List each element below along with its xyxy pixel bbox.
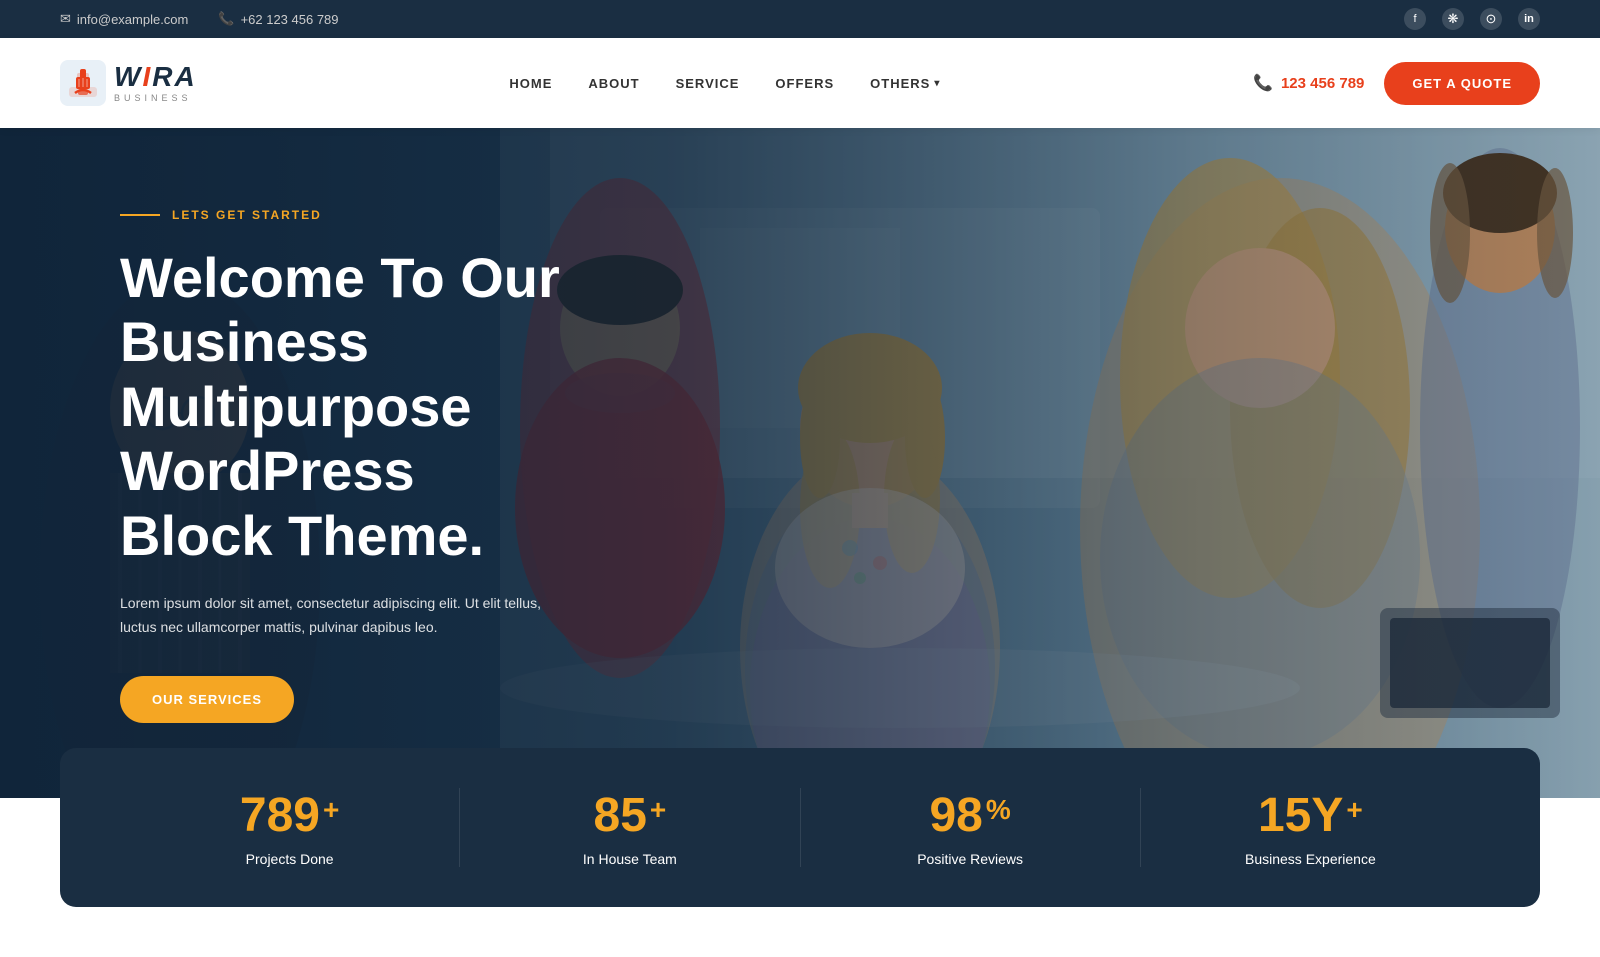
stat-team-number: 85 + — [460, 788, 799, 843]
stat-reviews-label: Positive Reviews — [801, 851, 1140, 867]
hero-content: LETS GET STARTED Welcome To Our Business… — [0, 128, 700, 798]
nav-home[interactable]: HOME — [509, 76, 552, 91]
stat-reviews-value: 98 — [929, 788, 982, 843]
hero-title-line1: Welcome To Our Business — [120, 246, 560, 373]
get-quote-button[interactable]: GET A QUOTE — [1384, 62, 1540, 105]
stats-bar: 789 + Projects Done 85 + In House Team 9… — [60, 748, 1540, 907]
stat-reviews: 98 % Positive Reviews — [800, 788, 1140, 867]
email-text: info@example.com — [77, 12, 188, 27]
stat-experience: 15Y + Business Experience — [1140, 788, 1480, 867]
phone-icon: 📞 — [218, 11, 234, 27]
top-bar-contact: ✉ info@example.com 📞 +62 123 456 789 — [60, 11, 339, 27]
stat-team-label: In House Team — [460, 851, 799, 867]
stat-reviews-suffix: % — [986, 794, 1011, 826]
stat-experience-number: 15Y + — [1141, 788, 1480, 843]
phone-text: +62 123 456 789 — [241, 12, 339, 27]
hero-title-line2: Multipurpose WordPress — [120, 375, 472, 502]
logo-name: WIRA — [114, 63, 197, 91]
phone-contact: 📞 +62 123 456 789 — [218, 11, 338, 27]
stat-team: 85 + In House Team — [459, 788, 799, 867]
logo-icon — [60, 60, 106, 106]
stat-experience-label: Business Experience — [1141, 851, 1480, 867]
nav-service[interactable]: SERVICE — [676, 76, 740, 91]
hero-title-line3: Block Theme. — [120, 504, 484, 567]
top-bar: ✉ info@example.com 📞 +62 123 456 789 f ❋… — [0, 0, 1600, 38]
nav-about[interactable]: ABOUT — [588, 76, 639, 91]
facebook-icon[interactable]: f — [1404, 8, 1426, 30]
phone-red-icon: 📞 — [1253, 73, 1273, 93]
hero-title: Welcome To Our Business Multipurpose Wor… — [120, 246, 580, 568]
stat-projects-number: 789 + — [120, 788, 459, 843]
nav-offers[interactable]: OFFERS — [775, 76, 834, 91]
social-links: f ❋ ⊙ in — [1404, 8, 1540, 30]
stat-experience-suffix: + — [1346, 794, 1362, 826]
stat-projects-suffix: + — [323, 794, 339, 826]
others-label: OTHERS — [870, 76, 930, 91]
hero-section: LETS GET STARTED Welcome To Our Business… — [0, 128, 1600, 798]
stat-projects-value: 789 — [240, 788, 320, 843]
logo[interactable]: WIRA BUSINESS — [60, 60, 197, 106]
dribbble-icon[interactable]: ❋ — [1442, 8, 1464, 30]
stat-team-value: 85 — [594, 788, 647, 843]
nav-phone-number: 123 456 789 — [1281, 75, 1364, 92]
logo-text: WIRA BUSINESS — [114, 63, 197, 103]
nav-links: HOME ABOUT SERVICE OFFERS OTHERS ▾ — [509, 76, 940, 91]
nav-others[interactable]: OTHERS ▾ — [870, 76, 940, 91]
instagram-icon[interactable]: ⊙ — [1480, 8, 1502, 30]
stat-reviews-number: 98 % — [801, 788, 1140, 843]
navbar: WIRA BUSINESS HOME ABOUT SERVICE OFFERS … — [0, 38, 1600, 128]
email-icon: ✉ — [60, 11, 71, 27]
stat-team-suffix: + — [650, 794, 666, 826]
nav-right: 📞 123 456 789 GET A QUOTE — [1253, 62, 1540, 105]
stat-projects: 789 + Projects Done — [120, 788, 459, 867]
our-services-button[interactable]: OUR SERVICES — [120, 676, 294, 723]
hero-subtitle: LETS GET STARTED — [120, 208, 580, 222]
stat-experience-value: 15Y — [1258, 788, 1343, 843]
nav-phone[interactable]: 📞 123 456 789 — [1253, 73, 1364, 93]
stat-projects-label: Projects Done — [120, 851, 459, 867]
email-contact: ✉ info@example.com — [60, 11, 188, 27]
chevron-down-icon: ▾ — [934, 78, 940, 89]
logo-sub: BUSINESS — [114, 93, 197, 103]
logo-svg-icon — [65, 65, 101, 101]
hero-subtitle-text: LETS GET STARTED — [172, 208, 322, 222]
linkedin-icon[interactable]: in — [1518, 8, 1540, 30]
hero-description: Lorem ipsum dolor sit amet, consectetur … — [120, 592, 580, 640]
